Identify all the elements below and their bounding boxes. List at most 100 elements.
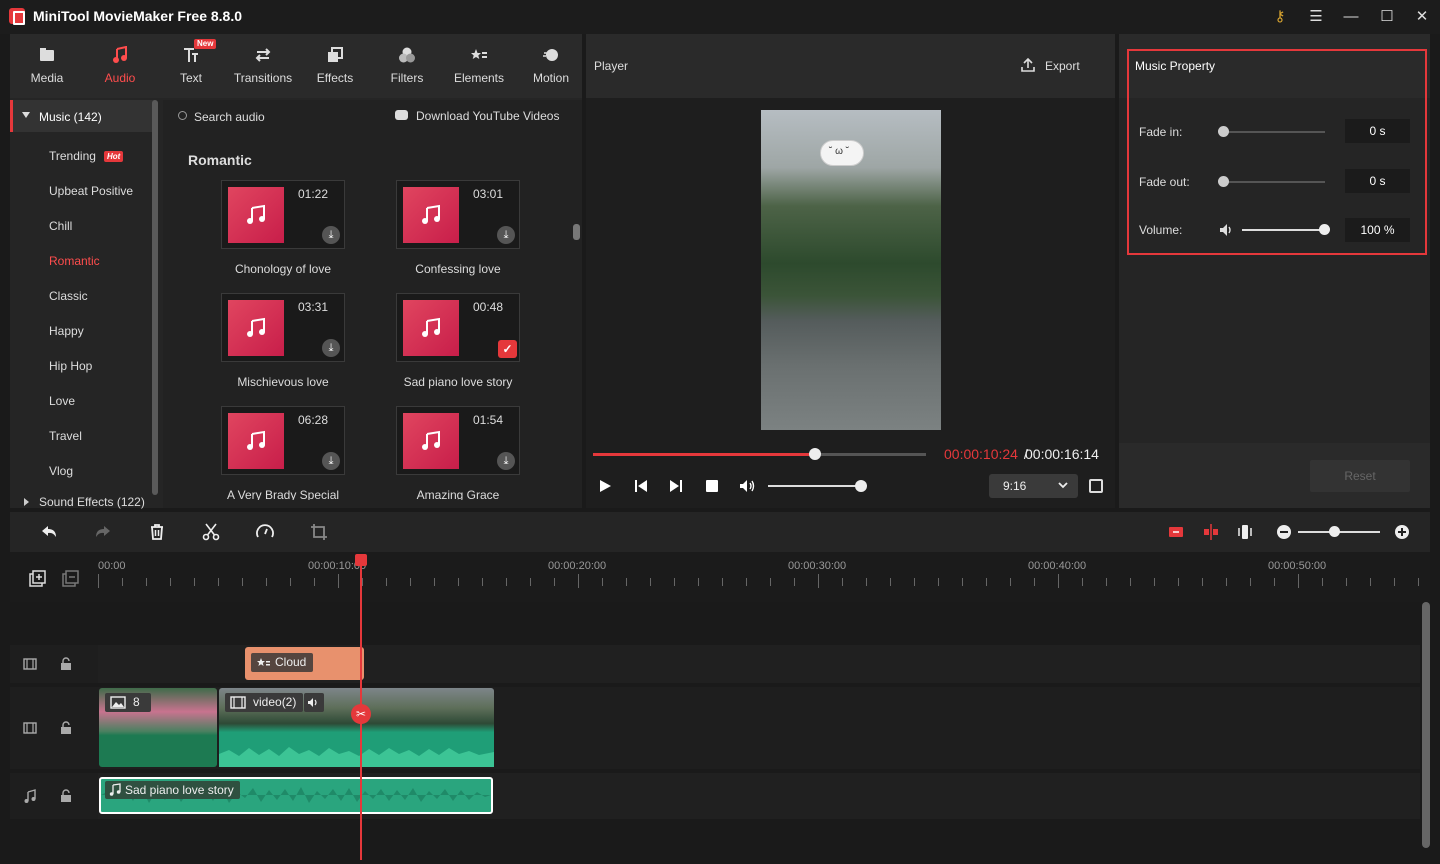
tab-motion[interactable]: Motion: [515, 34, 587, 98]
audio-card[interactable]: 01:54 ⤓: [396, 406, 520, 475]
audio-scrollbar[interactable]: [573, 224, 580, 240]
music-volume-handle[interactable]: [1319, 224, 1330, 235]
ruler-tick: [458, 578, 459, 586]
play-icon[interactable]: [597, 478, 613, 494]
fade-out-slider[interactable]: [1224, 181, 1325, 183]
category-romantic[interactable]: Romantic: [49, 254, 100, 268]
ruler-label: 00:00:30:00: [788, 560, 847, 572]
check-icon[interactable]: ✓: [498, 340, 517, 358]
category-classic[interactable]: Classic: [49, 289, 88, 303]
download-icon[interactable]: ⤓: [322, 339, 340, 357]
category-vlog[interactable]: Vlog: [49, 464, 73, 478]
speed-icon[interactable]: [255, 522, 275, 542]
audio-card[interactable]: 03:01 ⤓: [396, 180, 520, 249]
track-height-icon[interactable]: [1235, 522, 1255, 542]
ruler-tick: [674, 578, 675, 586]
audio-card[interactable]: 03:31 ⤓: [221, 293, 345, 362]
volume-slider[interactable]: [768, 485, 861, 487]
tab-media[interactable]: Media: [11, 34, 83, 98]
lock-icon[interactable]: [60, 657, 72, 671]
progress-fill: [593, 453, 815, 456]
playhead-handle[interactable]: [355, 554, 367, 566]
next-frame-icon[interactable]: [668, 478, 684, 494]
tab-filters[interactable]: Filters: [371, 34, 443, 98]
audio-card[interactable]: 00:48 ✓: [396, 293, 520, 362]
key-icon[interactable]: ⚷: [1268, 6, 1292, 28]
progress-handle[interactable]: [809, 448, 821, 460]
timeline-scrollbar[interactable]: [1422, 602, 1430, 848]
star-icon: [257, 658, 270, 666]
category-love[interactable]: Love: [49, 394, 75, 408]
minimize-icon[interactable]: —: [1339, 6, 1363, 28]
ruler-tick: [1130, 578, 1131, 586]
tab-elements[interactable]: Elements: [443, 34, 515, 98]
audio-card[interactable]: 01:22 ⤓: [221, 180, 345, 249]
crop-icon[interactable]: [309, 522, 329, 542]
lock-icon[interactable]: [60, 789, 72, 803]
category-hip-hop[interactable]: Hip Hop: [49, 359, 92, 373]
image-count: 8: [133, 695, 140, 709]
add-track-icon[interactable]: [29, 570, 47, 588]
audio-card[interactable]: 06:28 ⤓: [221, 406, 345, 475]
remove-track-icon[interactable]: [62, 570, 80, 588]
download-icon[interactable]: ⤓: [497, 452, 515, 470]
volume-icon[interactable]: [739, 478, 755, 494]
film-icon: [230, 696, 246, 709]
music-volume-value[interactable]: 100 %: [1345, 218, 1410, 242]
category-trending[interactable]: Trending: [49, 149, 96, 163]
category-sound-effects[interactable]: Sound Effects (122): [39, 495, 145, 509]
undo-icon[interactable]: [39, 522, 59, 542]
tab-label: Media: [30, 71, 64, 85]
tab-transitions[interactable]: Transitions: [227, 34, 299, 98]
auto-fit-icon[interactable]: [1166, 522, 1186, 542]
fullscreen-icon[interactable]: [1089, 479, 1103, 493]
snap-icon[interactable]: [1201, 522, 1221, 542]
ruler-tick: [1154, 578, 1155, 586]
ruler-tick: [482, 578, 483, 586]
maximize-icon[interactable]: ☐: [1375, 6, 1399, 28]
category-happy[interactable]: Happy: [49, 324, 84, 338]
delete-icon[interactable]: [147, 522, 167, 542]
export-button[interactable]: Export: [1045, 59, 1080, 73]
ruler-tick: [1418, 578, 1419, 586]
reset-button[interactable]: Reset: [1310, 460, 1410, 492]
music-volume-slider[interactable]: [1242, 229, 1324, 231]
split-scissors-icon[interactable]: [201, 522, 221, 542]
zoom-handle[interactable]: [1329, 526, 1340, 537]
fade-in-handle[interactable]: [1218, 126, 1229, 137]
search-audio-input[interactable]: Search audio: [194, 110, 265, 124]
previous-frame-icon[interactable]: [633, 478, 649, 494]
export-icon[interactable]: [1020, 57, 1036, 73]
download-youtube-button[interactable]: Download YouTube Videos: [416, 109, 559, 123]
download-icon[interactable]: ⤓: [322, 226, 340, 244]
ruler-tick: [242, 578, 243, 586]
download-icon[interactable]: ⤓: [322, 452, 340, 470]
zoom-out-icon[interactable]: [1274, 522, 1294, 542]
download-icon[interactable]: ⤓: [497, 226, 515, 244]
stop-icon[interactable]: [704, 478, 720, 494]
ruler-tick: [1010, 578, 1011, 586]
audio-title: Confessing love: [415, 262, 501, 276]
volume-handle[interactable]: [855, 480, 867, 492]
split-at-playhead-icon[interactable]: ✂: [351, 704, 371, 724]
tab-effects[interactable]: Effects: [299, 34, 371, 98]
fade-out-handle[interactable]: [1218, 176, 1229, 187]
category-scrollbar[interactable]: [152, 100, 158, 495]
category-upbeat-positive[interactable]: Upbeat Positive: [49, 184, 133, 198]
music-track-icon: [24, 789, 36, 803]
zoom-in-icon[interactable]: [1392, 522, 1412, 542]
category-chill[interactable]: Chill: [49, 219, 72, 233]
close-icon[interactable]: ✕: [1410, 6, 1434, 28]
fade-out-value[interactable]: 0 s: [1345, 169, 1410, 193]
category-travel[interactable]: Travel: [49, 429, 82, 443]
tab-text[interactable]: Text: [155, 34, 227, 98]
lock-icon[interactable]: [60, 721, 72, 735]
timeline-ruler[interactable]: [10, 552, 1430, 602]
duration: 03:01: [473, 187, 504, 201]
redo-icon[interactable]: [93, 522, 113, 542]
fade-in-value[interactable]: 0 s: [1345, 119, 1410, 143]
fade-in-slider[interactable]: [1224, 131, 1325, 133]
tab-audio[interactable]: Audio: [84, 34, 156, 98]
menu-icon[interactable]: ☰: [1304, 6, 1328, 28]
ruler-label: 00:00:40:00: [1028, 560, 1087, 572]
